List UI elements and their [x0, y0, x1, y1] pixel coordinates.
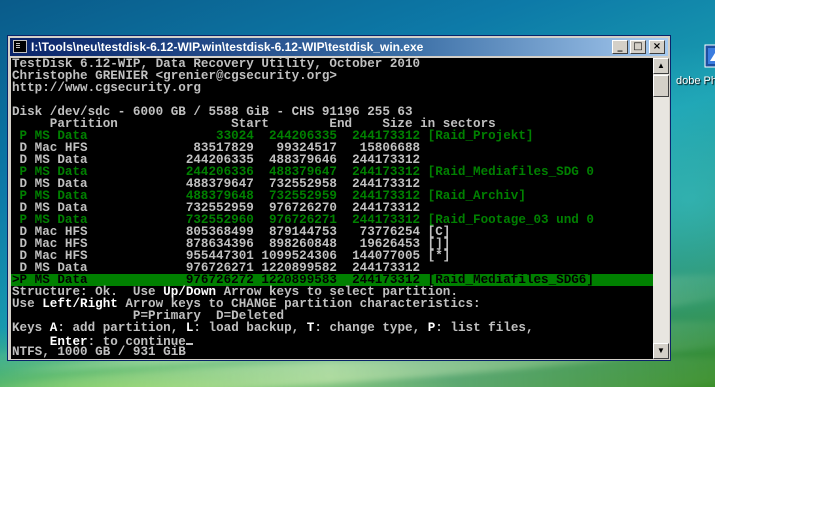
key-l-text: : load backup, — [193, 321, 307, 335]
window-titlebar[interactable]: I:\Tools\neu\testdisk-6.12-WIP.win\testd… — [10, 38, 668, 56]
header-line: http://www.cgsecurity.org — [12, 81, 201, 95]
console-output[interactable]: TestDisk 6.12-WIP, Data Recovery Utility… — [11, 58, 653, 359]
key-p-text: : list files, — [435, 321, 534, 335]
scroll-thumb[interactable] — [653, 75, 669, 97]
partition-status: NTFS, 1000 GB / 931 GiB — [12, 345, 186, 359]
scroll-up-arrow-icon[interactable]: ▲ — [653, 58, 669, 74]
key-a-text: : add partition, — [57, 321, 186, 335]
close-button[interactable]: × — [649, 40, 665, 54]
key-t-text: : change type, — [314, 321, 428, 335]
testdisk-console-window[interactable]: I:\Tools\neu\testdisk-6.12-WIP.win\testd… — [7, 35, 671, 361]
scroll-down-arrow-icon[interactable]: ▼ — [653, 343, 669, 359]
keys-line: Keys A: add partition, L: load backup, T… — [11, 321, 653, 335]
adobe-photoshop-shortcut-icon[interactable] — [704, 42, 715, 72]
text-cursor — [185, 334, 193, 345]
desktop-icon-label[interactable]: dobe Ph — [676, 75, 715, 87]
maximize-button[interactable]: □ — [630, 40, 646, 54]
console-app-icon[interactable] — [13, 40, 27, 53]
window-title: I:\Tools\neu\testdisk-6.12-WIP.win\testd… — [31, 40, 424, 54]
minimize-button[interactable]: _ — [612, 40, 628, 54]
vertical-scrollbar[interactable]: ▲ ▼ — [653, 58, 669, 359]
keys-label: Keys — [12, 321, 50, 335]
